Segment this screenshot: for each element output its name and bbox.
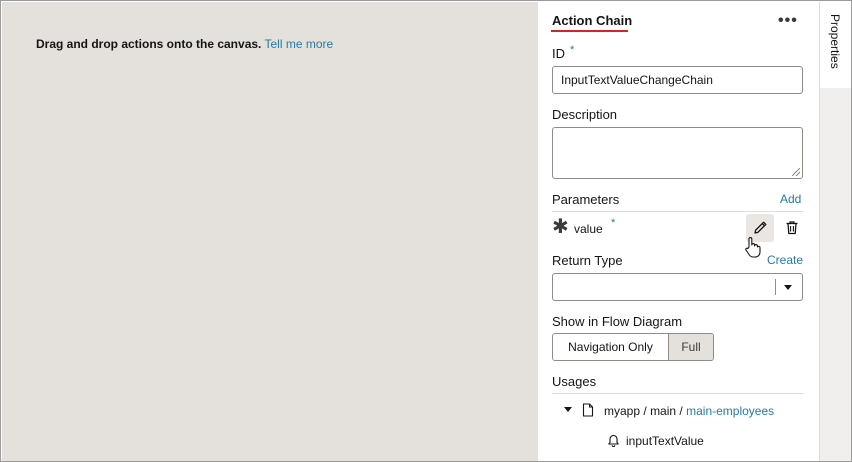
side-tab-strip: Properties [819, 2, 851, 461]
description-textarea[interactable] [552, 127, 803, 179]
id-input[interactable] [552, 66, 803, 94]
title-underline [551, 30, 628, 32]
asterisk-type-icon: ✱ [552, 216, 569, 238]
bell-icon [608, 434, 619, 447]
parameter-required-mark: * [611, 217, 616, 229]
id-label-text: ID [552, 46, 565, 61]
resize-grip-icon[interactable] [792, 168, 800, 176]
expand-caret-icon[interactable] [564, 407, 572, 412]
panel-title: Action Chain [552, 13, 633, 28]
delete-parameter-button[interactable] [778, 214, 806, 242]
usage-segment-app: myapp [604, 404, 641, 418]
properties-panel: Action Chain ••• ID * Description Paramet… [538, 2, 819, 461]
page-icon [582, 403, 594, 417]
app-frame: Drag and drop actions onto the canvas. T… [0, 0, 852, 462]
canvas-hint: Drag and drop actions onto the canvas. T… [36, 37, 333, 51]
parameters-label: Parameters [552, 192, 620, 207]
usage-page-link[interactable]: main-employees [686, 404, 774, 418]
parameters-divider [552, 211, 803, 212]
hand-cursor-icon [745, 237, 761, 258]
description-label: Description [552, 107, 618, 122]
tab-properties-label: Properties [828, 14, 842, 69]
usage-event-item[interactable]: inputTextValue [626, 434, 704, 448]
trash-icon [786, 221, 798, 235]
add-parameter-link[interactable]: Add [780, 192, 801, 206]
id-required-mark: * [570, 44, 575, 56]
usage-separator: / [643, 404, 647, 418]
flow-diagram-toggle: Navigation Only Full [552, 333, 714, 361]
navigation-only-button[interactable]: Navigation Only [553, 334, 668, 360]
usage-path: myapp / main / main-employees [604, 404, 774, 418]
usage-separator: / [679, 404, 683, 418]
more-horizontal-icon[interactable]: ••• [778, 12, 798, 30]
usages-label: Usages [552, 374, 597, 389]
select-separator [775, 279, 776, 295]
id-label: ID * [552, 44, 575, 61]
flow-diagram-label: Show in Flow Diagram [552, 314, 683, 329]
usage-segment-flow: main [650, 404, 677, 418]
return-type-label: Return Type [552, 253, 623, 268]
design-canvas[interactable]: Drag and drop actions onto the canvas. T… [2, 2, 538, 461]
usages-divider [552, 393, 803, 394]
tab-properties[interactable]: Properties [820, 2, 851, 88]
full-button[interactable]: Full [668, 334, 713, 360]
canvas-hint-text: Drag and drop actions onto the canvas. [36, 37, 262, 51]
parameter-name: value [574, 222, 603, 236]
chevron-down-icon[interactable] [784, 285, 792, 290]
tell-me-more-link[interactable]: Tell me more [265, 37, 334, 51]
return-type-select[interactable] [552, 273, 803, 301]
parameter-row: ✱ value * [552, 214, 803, 244]
create-return-type-link[interactable]: Create [767, 253, 803, 267]
